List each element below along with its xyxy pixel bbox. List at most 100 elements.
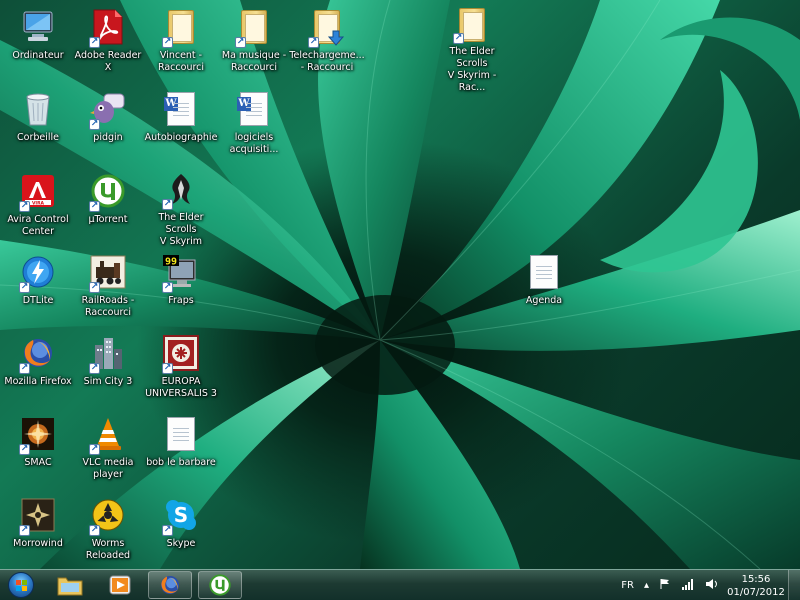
desktop-icon-label: SMAC [24, 457, 52, 468]
desktop-icon-smac[interactable]: ↗ SMAC [0, 411, 76, 491]
desktop-icon-railroads[interactable]: ↗ RailRoads - Raccourci [70, 249, 146, 329]
shortcut-arrow-icon: ↗ [162, 363, 173, 374]
shortcut-arrow-icon: ↗ [453, 33, 464, 44]
desktop-icon-morrowind[interactable]: ↗ Morrowind [0, 492, 76, 572]
windows-logo-icon [8, 572, 34, 598]
folder-icon: ↗ [235, 8, 273, 48]
show-desktop-button[interactable] [788, 570, 800, 600]
text-file-icon [162, 415, 200, 453]
network-signal-icon[interactable] [681, 578, 695, 593]
language-indicator[interactable]: FR [621, 580, 634, 591]
utorrent-icon: ↗ [89, 172, 127, 212]
desktop-icon-label: The Elder Scrolls V Skyrim [158, 212, 204, 247]
fraps-icon: 99 ↗ [162, 253, 200, 293]
desktop-icon-label: Agenda [525, 295, 563, 306]
desktop-icon-label: pidgin [93, 132, 123, 143]
shortcut-arrow-icon: ↗ [89, 525, 100, 536]
taskbar-media-player-button[interactable] [98, 571, 142, 599]
desktop-icon-corbeille[interactable]: Corbeille [0, 86, 76, 166]
shortcut-arrow-icon: ↗ [19, 282, 30, 293]
show-hidden-icons-icon[interactable]: ▴ [644, 580, 649, 591]
desktop-icon-skype[interactable]: S ↗ Skype [143, 492, 219, 572]
desktop-icon-agenda[interactable]: Agenda [506, 249, 582, 329]
desktop-icon-autobiographie[interactable]: W Autobiographie [143, 86, 219, 166]
desktop-icon-adobe-reader[interactable]: ↗ Adobe Reader X [70, 4, 146, 84]
taskbar-explorer-button[interactable] [48, 571, 92, 599]
shortcut-arrow-icon: ↗ [162, 282, 173, 293]
desktop-icon-ordinateur[interactable]: Ordinateur [0, 4, 76, 84]
recycle-bin-icon [19, 90, 57, 128]
desktop-icon-label: Sim City 3 [83, 376, 133, 387]
desktop-icon-label: VLC media player [82, 457, 134, 480]
desktop-icon-label: Avira Control Center [7, 214, 69, 237]
desktop-icon-logiciels[interactable]: W logiciels acquisiti... [216, 86, 292, 166]
action-center-flag-icon[interactable] [659, 578, 671, 593]
desktop-icon-fraps[interactable]: 99 ↗ Fraps [143, 249, 219, 329]
volume-icon[interactable] [705, 578, 719, 593]
railroads-icon: ↗ [89, 253, 127, 293]
desktop-icon-label: Autobiographie [144, 132, 218, 143]
clock-time: 15:56 [741, 573, 771, 585]
desktop-icon-utorrent[interactable]: ↗ µTorrent [70, 168, 146, 248]
download-folder-icon: ↗ [308, 8, 346, 48]
desktop-icon-telechargements[interactable]: ↗ Telechargeme... - Raccourci [289, 4, 365, 84]
adobe-reader-icon: ↗ [89, 8, 127, 48]
desktop-icon-ma-musique[interactable]: ↗ Ma musique - Raccourci [216, 4, 292, 84]
shortcut-arrow-icon: ↗ [89, 119, 100, 130]
shortcut-arrow-icon: ↗ [89, 37, 100, 48]
utorrent-icon [209, 574, 231, 596]
shortcut-arrow-icon: ↗ [89, 363, 100, 374]
smac-icon: ↗ [19, 415, 57, 455]
desktop-icon-label: Telechargeme... - Raccourci [289, 50, 365, 73]
word-document-icon: W [162, 90, 200, 128]
folder-icon: ↗ [162, 8, 200, 48]
desktop-icon-vlc[interactable]: ↗ VLC media player [70, 411, 146, 491]
desktop-icon-label: EUROPA UNIVERSALIS 3 [145, 376, 217, 399]
desktop-icon-vincent[interactable]: ↗ Vincent - Raccourci [143, 4, 219, 84]
worms-icon: ↗ [89, 496, 127, 536]
shortcut-arrow-icon: ↗ [19, 201, 30, 212]
svg-text:S: S [174, 503, 188, 527]
desktop-icon-label: Fraps [168, 295, 194, 306]
desktop-icon-label: µTorrent [88, 214, 128, 225]
clock-date: 01/07/2012 [727, 586, 785, 598]
desktop-icon-worms[interactable]: ↗ Worms Reloaded [70, 492, 146, 572]
system-tray: FR ▴ 15:56 01/07/2012 [616, 570, 800, 600]
desktop-icon-simcity[interactable]: ↗ Sim City 3 [70, 330, 146, 410]
desktop-icon-firefox[interactable]: ↗ Mozilla Firefox [0, 330, 76, 410]
desktop-icon-avira[interactable]: VIRA ↗ Avira Control Center [0, 168, 76, 248]
vlc-icon: ↗ [89, 415, 127, 455]
start-button[interactable] [0, 570, 42, 600]
shortcut-arrow-icon: ↗ [235, 37, 246, 48]
folder-icon: ↗ [453, 8, 491, 44]
desktop-icon-europa[interactable]: ↗ EUROPA UNIVERSALIS 3 [143, 330, 219, 410]
desktop-icon-label: Worms Reloaded [85, 538, 131, 561]
shortcut-arrow-icon: ↗ [162, 37, 173, 48]
taskbar-utorrent-button[interactable] [198, 571, 242, 599]
word-document-icon: W [235, 90, 273, 128]
shortcut-arrow-icon: ↗ [89, 201, 100, 212]
desktop-icon-label: Corbeille [17, 132, 59, 143]
shortcut-arrow-icon: ↗ [162, 525, 173, 536]
shortcut-arrow-icon: ↗ [19, 444, 30, 455]
desktop-icon-label: Vincent - Raccourci [157, 50, 205, 73]
desktop-icon-pidgin[interactable]: ↗ pidgin [70, 86, 146, 166]
desktop-icon-label: Adobe Reader X [74, 50, 142, 73]
desktop-icon-skyrim-folder[interactable]: ↗ The Elder Scrolls V Skyrim - Rac... [434, 4, 510, 93]
pidgin-icon: ↗ [89, 90, 127, 130]
desktop-icon-label: bob le barbare [146, 457, 216, 468]
firefox-icon: ↗ [19, 334, 57, 374]
desktop-icon-skyrim-game[interactable]: ↗ The Elder Scrolls V Skyrim [143, 168, 219, 248]
desktop-icon-label: logiciels acquisiti... [229, 132, 279, 155]
shortcut-arrow-icon: ↗ [19, 525, 30, 536]
taskbar-firefox-button[interactable] [148, 571, 192, 599]
media-player-icon [109, 575, 131, 595]
clock[interactable]: 15:56 01/07/2012 [724, 573, 788, 599]
desktop-icon-label: Ordinateur [12, 50, 64, 61]
desktop-icon-bob[interactable]: bob le barbare [143, 411, 219, 491]
desktop-icon-label: Skype [166, 538, 196, 549]
folder-icon [57, 577, 83, 596]
taskbar: FR ▴ 15:56 01/07/2012 [0, 569, 800, 600]
desktop-icon-dtlite[interactable]: ↗ DTLite [0, 249, 76, 329]
desktop-icon-label: Mozilla Firefox [4, 376, 72, 387]
